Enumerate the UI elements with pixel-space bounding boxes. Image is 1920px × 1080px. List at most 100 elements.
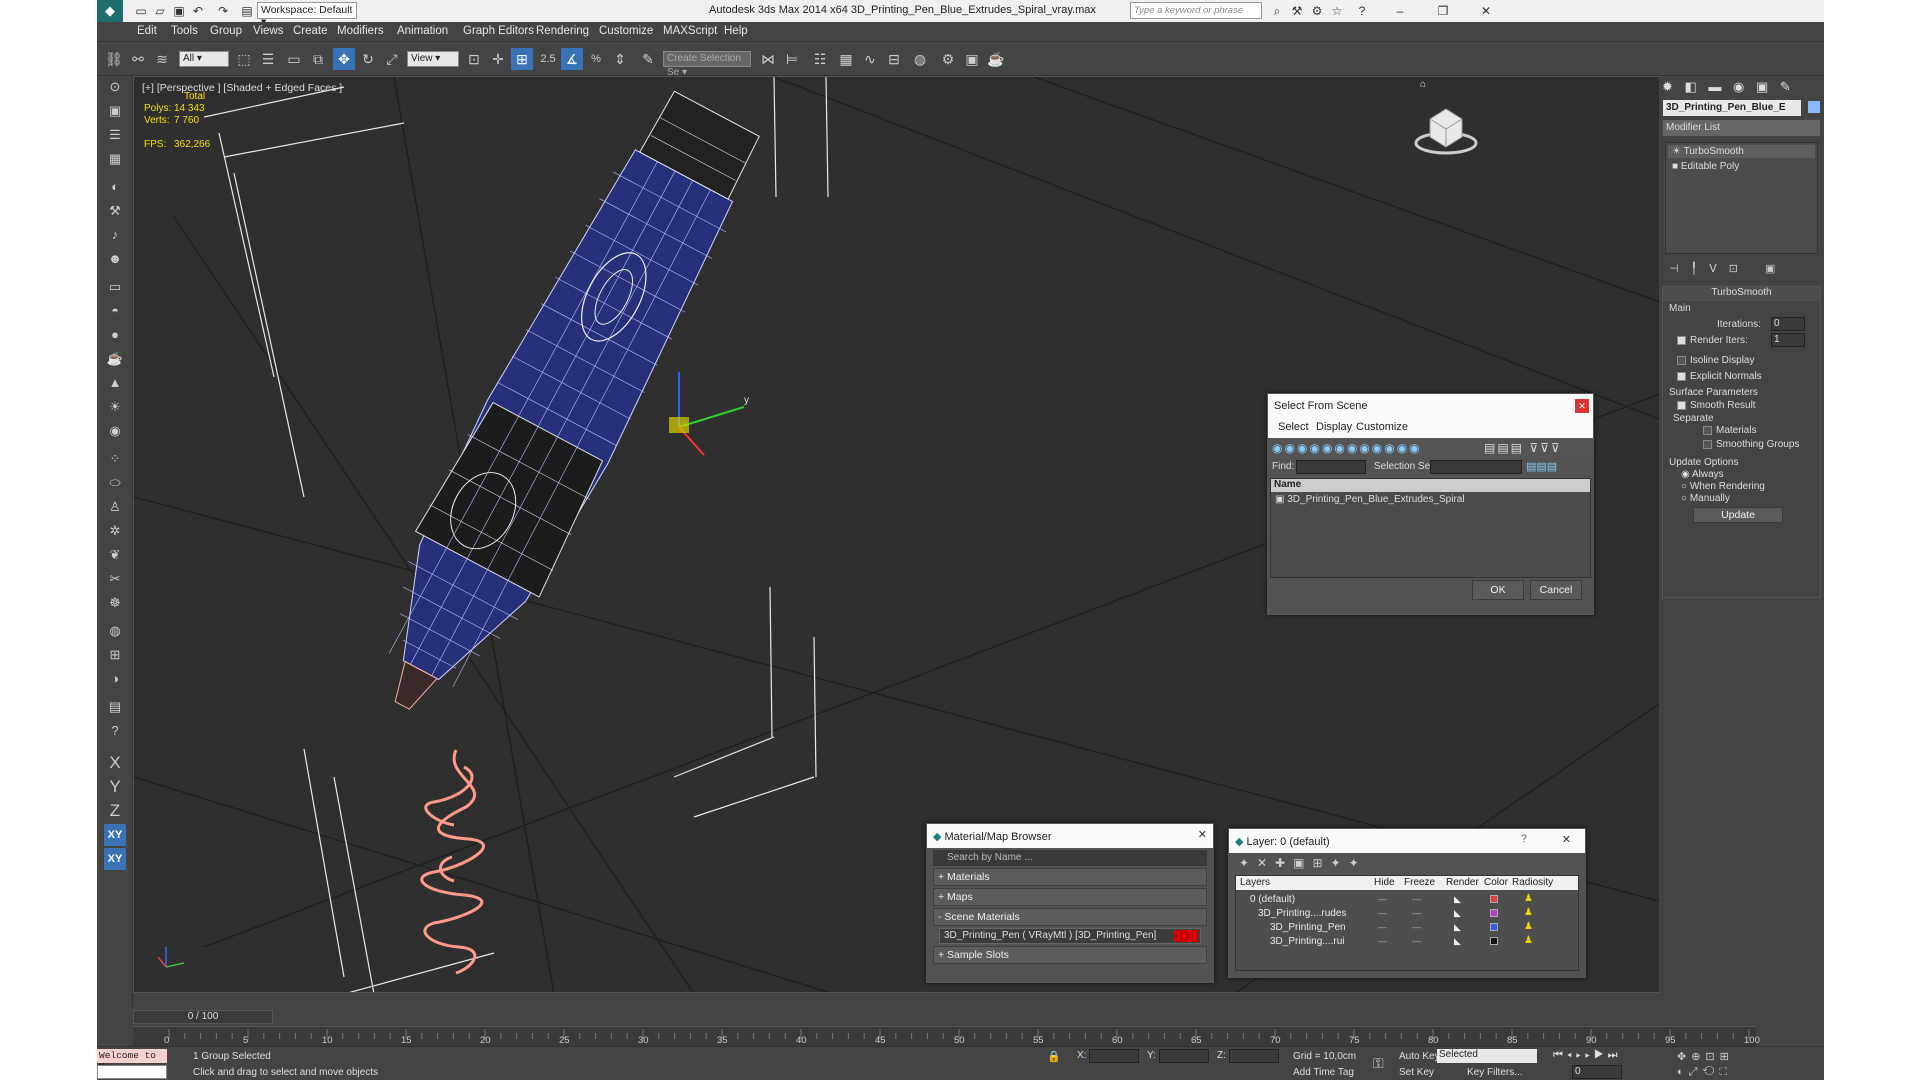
schematic-view-icon[interactable]: ⊟ <box>883 48 905 70</box>
keyboard-shortcut-icon[interactable]: ⊞ <box>511 48 533 70</box>
view-cube[interactable] <box>1414 108 1478 155</box>
rollout-title[interactable]: TurboSmooth <box>1663 287 1820 301</box>
named-selection-dropdown[interactable]: Create Selection Se ▾ <box>663 51 751 78</box>
rollout-materials[interactable]: + Materials <box>933 868 1207 886</box>
lock-icon[interactable]: 🔒 <box>1047 1050 1061 1063</box>
material-editor-icon[interactable]: ◍ <box>909 48 931 70</box>
z-coordinate-field[interactable] <box>1229 1049 1279 1063</box>
view-mode-icons[interactable]: ▤▤▤ ⊽⊽⊽ <box>1484 441 1562 455</box>
project-icon[interactable]: ▤ <box>239 3 255 19</box>
lightbulb-icon[interactable]: ☀ <box>1672 146 1681 157</box>
cmd-teapot2-icon[interactable]: ☕ <box>104 348 126 370</box>
filter-type-icons[interactable]: ◉◉◉◉◉◉◉◉◉◉◉◉ <box>1272 441 1422 455</box>
link-icon[interactable]: ⛓ <box>103 48 125 70</box>
menu-select[interactable]: Select <box>1278 421 1309 433</box>
menu-graph-editors[interactable]: Graph Editors <box>463 25 534 37</box>
cmd-render-icon[interactable]: ◑ <box>104 668 126 690</box>
save-icon[interactable]: ▣ <box>171 3 187 19</box>
bind-spacewarp-icon[interactable]: ≋ <box>151 48 173 70</box>
axis-z-constraint-icon[interactable]: Z <box>104 800 126 822</box>
axis-x-constraint-icon[interactable]: X <box>104 752 126 774</box>
menu-group[interactable]: Group <box>210 25 242 37</box>
cmd-teapot-icon[interactable]: ⊙ <box>104 76 126 98</box>
close-icon[interactable]: ✕ <box>1575 399 1589 413</box>
binoculars-icon[interactable]: ⌕ <box>1269 3 1285 19</box>
unlink-icon[interactable]: ⚯ <box>127 48 149 70</box>
selection-filter-dropdown[interactable]: All ▾ <box>179 51 229 67</box>
freeze-toggles[interactable]: — — — — <box>1412 892 1421 948</box>
axis-xy-cycle-icon[interactable]: XY <box>104 848 126 870</box>
col-name[interactable]: Name <box>1271 479 1590 492</box>
add-time-tag[interactable]: Add Time Tag <box>1293 1067 1354 1078</box>
workspace-dropdown[interactable]: Workspace: Default ▾ <box>257 2 357 28</box>
layer-color-swatch[interactable] <box>1490 923 1498 931</box>
render-setup-icon[interactable]: ⚙ <box>937 48 959 70</box>
menu-views[interactable]: Views <box>253 25 283 37</box>
menu-create[interactable]: Create <box>293 25 328 37</box>
move-gizmo[interactable] <box>669 372 745 456</box>
tools-icon[interactable]: ⚒ <box>1289 3 1305 19</box>
reference-coordinate-dropdown[interactable]: View ▾ <box>407 51 459 67</box>
redo-icon[interactable]: ↷ <box>215 3 231 19</box>
col-render[interactable]: Render <box>1446 877 1479 888</box>
col-hide[interactable]: Hide <box>1374 877 1395 888</box>
cmd-box-icon[interactable]: ▭ <box>104 276 126 298</box>
perspective-viewport[interactable]: y ⌂ [+] [Perspective ] [Shaded + Edged F… <box>133 76 1756 993</box>
y-coordinate-field[interactable] <box>1159 1049 1209 1063</box>
smooth-result-checkbox[interactable] <box>1677 400 1686 410</box>
edit-named-selection-icon[interactable]: ✎ <box>637 48 659 70</box>
menu-modifiers[interactable]: Modifiers <box>337 25 384 37</box>
cmd-people-icon[interactable]: ☻ <box>104 248 126 270</box>
cmd-bell-icon[interactable]: ☸ <box>104 592 126 614</box>
rollout-scene-materials[interactable]: - Scene Materials <box>933 908 1207 926</box>
cmd-dome-icon[interactable]: ◓ <box>104 300 126 322</box>
viewport-label[interactable]: [+] [Perspective ] [Shaded + Edged Faces… <box>142 82 342 94</box>
cmd-globe-icon[interactable]: ◍ <box>104 620 126 642</box>
iterations-spinner[interactable]: 0 <box>1771 317 1805 331</box>
select-rotate-icon[interactable]: ↻ <box>357 48 379 70</box>
manually-radio[interactable]: ○ Manually <box>1681 493 1730 504</box>
layer-row[interactable]: 3D_Printing....rui <box>1270 936 1344 947</box>
cmd-grid-icon[interactable]: ▦ <box>104 148 126 170</box>
layer-toolbar-icons[interactable]: ✦✕✚▣⊞✦✦ <box>1229 853 1585 873</box>
layer-manager-icon[interactable]: ☷ <box>809 48 831 70</box>
cmd-capsule-icon[interactable]: ⬭ <box>104 472 126 494</box>
cmd-cone-icon[interactable]: ▲ <box>104 372 126 394</box>
list-item[interactable]: ▣ 3D_Printing_Pen_Blue_Extrudes_Spiral <box>1271 492 1590 507</box>
cmd-hf-icon[interactable]: ✂ <box>104 568 126 590</box>
cmd-particles-icon[interactable]: ⁘ <box>104 448 126 470</box>
menu-edit[interactable]: Edit <box>137 25 157 37</box>
select-move-icon[interactable]: ✥ <box>333 48 355 70</box>
cmd-hair-icon[interactable]: ❦ <box>104 544 126 566</box>
modifier-list-dropdown[interactable]: Modifier List <box>1663 120 1820 136</box>
stack-item-editable-poly[interactable]: ■ Editable Poly <box>1668 160 1815 173</box>
rendered-frame-icon[interactable]: ▣ <box>961 48 983 70</box>
percent-snap-icon[interactable]: % <box>585 48 607 70</box>
playback-controls[interactable]: ⏮◂▸▸▶⏭ <box>1553 1049 1622 1062</box>
rollout-maps[interactable]: + Maps <box>933 888 1207 906</box>
menu-animation[interactable]: Animation <box>397 25 448 37</box>
smooth-result-row[interactable]: Smooth Result <box>1677 400 1756 411</box>
help-icon[interactable]: ? <box>1354 3 1370 19</box>
menu-tools[interactable]: Tools <box>171 25 198 37</box>
object-color-swatch[interactable] <box>1808 101 1821 114</box>
pivot-center-icon[interactable]: ⊡ <box>463 48 485 70</box>
always-radio[interactable]: ◉ Always <box>1681 469 1724 480</box>
cmd-image-icon[interactable]: ▣ <box>104 100 126 122</box>
app-logo-icon[interactable]: ◆ <box>97 0 123 22</box>
set-key-button[interactable]: Set Key <box>1399 1067 1434 1078</box>
cmd-person-icon[interactable]: ♙ <box>104 496 126 518</box>
select-object-icon[interactable]: ⬚ <box>233 48 255 70</box>
cmd-speaker-icon[interactable]: ♪ <box>104 224 126 246</box>
cmd-sun-icon[interactable]: ☀ <box>104 396 126 418</box>
cmd-gear-icon[interactable]: ✲ <box>104 520 126 542</box>
undo-icon[interactable]: ↶ <box>190 3 206 19</box>
radiosity-toggles[interactable]: ♟ ♟ ♟ ♟ <box>1524 892 1533 948</box>
cmd-sphere-icon[interactable]: ● <box>104 324 126 346</box>
cancel-button[interactable]: Cancel <box>1530 580 1582 600</box>
menu-rendering[interactable]: Rendering <box>536 25 589 37</box>
auto-key-button[interactable]: Auto Key <box>1399 1051 1440 1062</box>
help-icon[interactable]: ? <box>1521 833 1527 845</box>
align-icon[interactable]: ⊨ <box>781 48 803 70</box>
key-filters-button[interactable]: Key Filters... <box>1467 1067 1523 1078</box>
